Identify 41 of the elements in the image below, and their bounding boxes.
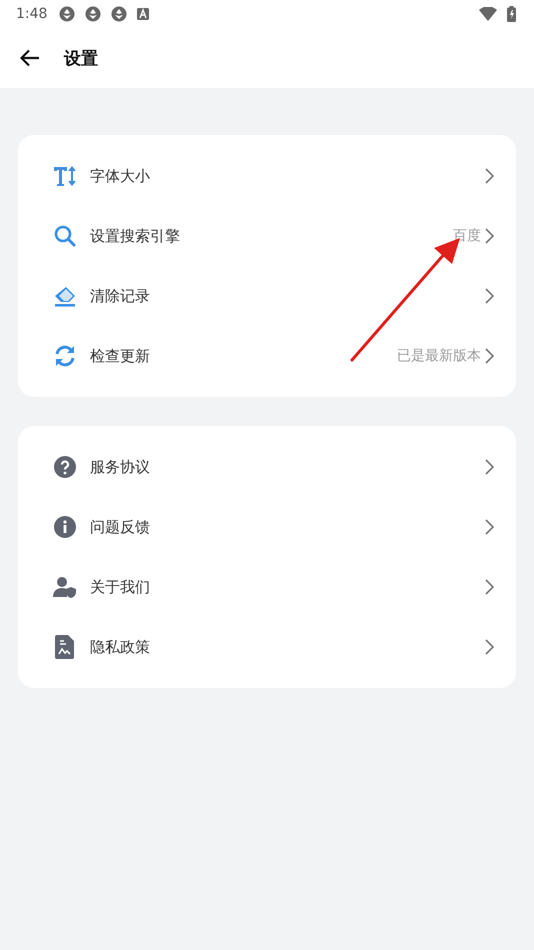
back-button[interactable]: [20, 49, 40, 67]
page-title: 设置: [64, 48, 98, 70]
settings-label: 设置搜索引擎: [90, 226, 181, 246]
wifi-icon: [479, 7, 497, 21]
settings-row[interactable]: 隐私政策: [18, 617, 516, 677]
user-shield-icon: [53, 576, 77, 598]
settings-row[interactable]: 服务协议: [18, 437, 516, 497]
app-notification-icon: [59, 6, 76, 22]
settings-row[interactable]: 关于我们: [18, 557, 516, 617]
settings-value: 已是最新版本: [397, 347, 481, 365]
notification-icon: [137, 8, 150, 20]
status-time: 1:48: [16, 6, 48, 22]
settings-row[interactable]: 检查更新 已是最新版本: [18, 326, 516, 386]
help-icon: [53, 455, 77, 479]
settings-label: 字体大小: [90, 166, 151, 186]
eraser-icon: [53, 285, 77, 307]
settings-label: 隐私政策: [90, 638, 151, 656]
settings-label: 问题反馈: [90, 518, 151, 536]
chevron-icon: [485, 288, 494, 304]
settings-label: 检查更新: [90, 346, 151, 366]
refresh-icon: [53, 344, 77, 368]
info-icon: [53, 515, 77, 539]
settings-row[interactable]: 字体大小: [18, 146, 516, 206]
document-icon: [55, 635, 75, 659]
search-icon: [53, 224, 77, 248]
settings-label: 清除记录: [90, 286, 151, 306]
battery-icon: [507, 6, 516, 22]
font-size-icon: [53, 165, 77, 187]
chevron-icon: [485, 579, 494, 595]
chevron-icon: [485, 348, 494, 364]
chevron-icon: [485, 519, 494, 535]
chevron-icon: [485, 459, 494, 475]
chevron-icon: [485, 168, 494, 184]
app-notification-icon: [111, 6, 128, 22]
chevron-icon: [485, 639, 494, 655]
settings-label: 服务协议: [90, 458, 151, 476]
app-notification-icon: [85, 6, 102, 22]
settings-row[interactable]: 问题反馈: [18, 497, 516, 557]
settings-row[interactable]: 清除记录: [18, 266, 516, 326]
chevron-icon: [485, 228, 494, 244]
settings-label: 关于我们: [90, 578, 151, 596]
